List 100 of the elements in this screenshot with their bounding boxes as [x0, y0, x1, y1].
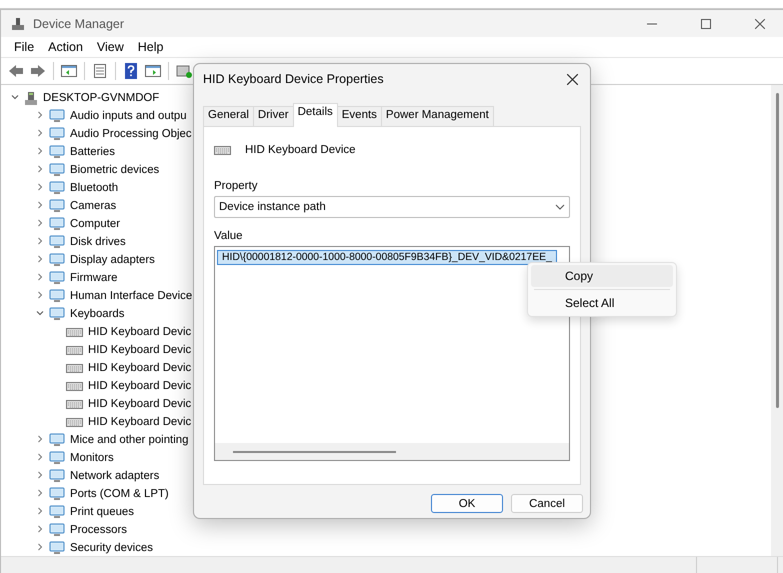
tree-item[interactable]: Security devices: [70, 542, 153, 554]
expand-chevron-icon[interactable]: [36, 435, 44, 443]
keyboard-icon: [66, 326, 83, 338]
menu-item[interactable]: View: [90, 40, 131, 54]
tree-item[interactable]: HID Keyboard Devic: [88, 362, 192, 374]
device-icon: [49, 541, 65, 555]
dialog-title: HID Keyboard Device Properties: [203, 72, 384, 86]
menu-item[interactable]: Copy: [531, 265, 673, 287]
device-icon: [49, 433, 65, 447]
device-icon: [49, 289, 65, 303]
properties-icon[interactable]: [91, 62, 109, 80]
expand-chevron-icon[interactable]: [36, 543, 44, 551]
tree-item[interactable]: HID Keyboard Devic: [88, 416, 192, 428]
maximize-icon: [701, 18, 711, 28]
property-label: Property: [214, 180, 258, 192]
tree-item[interactable]: HID Keyboard Devic: [88, 326, 192, 338]
device-icon: [49, 217, 65, 231]
tree-item[interactable]: Print queues: [70, 506, 134, 518]
expand-chevron-icon[interactable]: [36, 165, 44, 173]
back-icon[interactable]: [7, 62, 25, 80]
device-manager-icon: [11, 16, 25, 30]
tree-item[interactable]: Biometric devices: [70, 164, 160, 176]
value-item[interactable]: HID\{00001812-0000-1000-8000-00805F9B34FB}_DEV_VID&0217EE_: [217, 250, 557, 265]
close-icon: [755, 18, 765, 28]
expand-chevron-icon[interactable]: [36, 255, 44, 263]
window-title: Device Manager: [33, 16, 124, 30]
expand-chevron-icon[interactable]: [36, 471, 44, 479]
dialog-button[interactable]: OK: [431, 494, 503, 513]
horizontal-scrollbar[interactable]: [215, 443, 569, 460]
expand-chevron-icon[interactable]: [36, 237, 44, 245]
device-icon: [49, 127, 65, 141]
expand-chevron-icon[interactable]: [36, 147, 44, 155]
device-icon: [49, 199, 65, 213]
close-icon: [566, 74, 578, 84]
tree-item[interactable]: Audio inputs and outpu: [70, 110, 187, 122]
property-dropdown[interactable]: Device instance path: [214, 196, 570, 218]
help-icon[interactable]: [122, 62, 140, 80]
expand-chevron-icon[interactable]: [36, 111, 44, 119]
expand-chevron-icon[interactable]: [36, 291, 44, 299]
value-label: Value: [214, 230, 244, 242]
device-icon: [49, 271, 65, 285]
collapse-chevron-icon[interactable]: [11, 93, 19, 101]
tree-item[interactable]: Monitors: [70, 452, 114, 464]
tree-item[interactable]: HID Keyboard Devic: [88, 380, 192, 392]
device-icon: [49, 253, 65, 267]
expand-chevron-icon[interactable]: [36, 525, 44, 533]
device-icon: [49, 235, 65, 249]
menu-item[interactable]: Action: [41, 40, 90, 54]
device-icon: [49, 307, 65, 321]
expand-chevron-icon[interactable]: [36, 489, 44, 497]
expand-chevron-icon[interactable]: [36, 507, 44, 515]
expand-chevron-icon[interactable]: [36, 201, 44, 209]
forward-icon[interactable]: [29, 62, 47, 80]
chevron-down-icon: [555, 204, 565, 210]
tab[interactable]: General: [203, 106, 254, 126]
tree-item[interactable]: Ports (COM & LPT): [70, 488, 169, 500]
expand-chevron-icon[interactable]: [36, 183, 44, 191]
device-icon: [49, 505, 65, 519]
tree-item[interactable]: HID Keyboard Devic: [88, 398, 192, 410]
tree-item[interactable]: Mice and other pointing: [70, 434, 188, 446]
keyboard-icon: [66, 362, 83, 374]
expand-chevron-icon[interactable]: [36, 129, 44, 137]
tree-item[interactable]: Display adapters: [70, 254, 155, 266]
device-name: HID Keyboard Device: [245, 144, 356, 156]
tab[interactable]: Power Management: [380, 106, 494, 126]
tree-item[interactable]: Keyboards: [70, 308, 124, 320]
expand-chevron-icon[interactable]: [36, 273, 44, 281]
tree-item[interactable]: Computer: [70, 218, 120, 230]
device-icon: [49, 163, 65, 177]
action-pane-icon[interactable]: [144, 62, 162, 80]
tree-item[interactable]: Audio Processing Objec: [70, 128, 192, 140]
keyboard-icon: [66, 380, 83, 392]
menu-item[interactable]: File: [7, 40, 42, 54]
tree-item[interactable]: Cameras: [70, 200, 116, 212]
vertical-scrollbar[interactable]: [771, 85, 783, 556]
tree-item[interactable]: Disk drives: [70, 236, 126, 248]
tree-item[interactable]: HID Keyboard Devic: [88, 344, 192, 356]
tree-item[interactable]: Firmware: [70, 272, 118, 284]
tree-item[interactable]: Human Interface Device: [70, 290, 192, 302]
device-icon: [49, 487, 65, 501]
tab[interactable]: Details: [292, 103, 338, 127]
tree-item[interactable]: Batteries: [70, 146, 115, 158]
device-icon: [49, 145, 65, 159]
menu-item[interactable]: Select All: [531, 292, 673, 314]
device-icon: [49, 109, 65, 123]
collapse-chevron-icon[interactable]: [36, 309, 44, 317]
tree-item[interactable]: DESKTOP-GVNMDOF: [43, 92, 160, 104]
expand-chevron-icon[interactable]: [36, 453, 44, 461]
device-icon: [49, 469, 65, 483]
keyboard-icon: [66, 344, 83, 356]
expand-chevron-icon[interactable]: [36, 219, 44, 227]
dialog-button[interactable]: Cancel: [511, 494, 583, 513]
keyboard-icon: [214, 144, 231, 156]
tree-item[interactable]: Bluetooth: [70, 182, 118, 194]
tree-item[interactable]: Processors: [70, 524, 127, 536]
console-tree-icon[interactable]: [60, 62, 78, 80]
tree-item[interactable]: Network adapters: [70, 470, 160, 482]
computer-icon: [24, 90, 38, 106]
keyboard-icon: [66, 416, 83, 428]
menu-item[interactable]: Help: [130, 40, 170, 54]
